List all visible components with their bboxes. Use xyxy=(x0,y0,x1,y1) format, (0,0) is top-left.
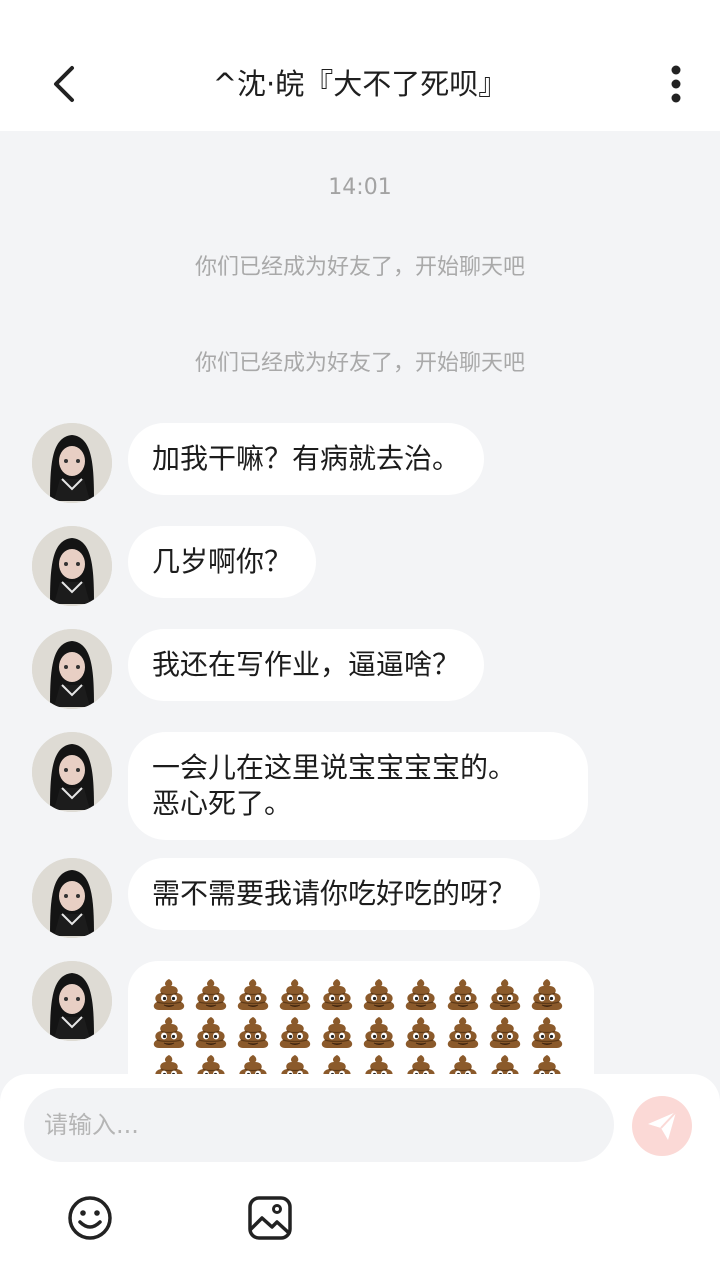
message-input[interactable] xyxy=(24,1088,614,1162)
emoji-grid xyxy=(148,975,574,1076)
avatar-girl-icon xyxy=(32,732,112,812)
avatar[interactable] xyxy=(32,629,112,709)
image-icon xyxy=(248,1196,292,1240)
pile-of-poo-icon xyxy=(274,975,316,1013)
message-bubble-emoji[interactable] xyxy=(128,961,594,1076)
pile-of-poo-icon xyxy=(400,975,442,1013)
avatar-girl-icon xyxy=(32,961,112,1041)
pile-of-poo-icon xyxy=(316,1051,358,1076)
pile-of-poo-icon xyxy=(232,1013,274,1051)
message-timestamp: 14:01 xyxy=(328,175,392,200)
pile-of-poo-icon xyxy=(400,1013,442,1051)
pile-of-poo-icon xyxy=(232,975,274,1013)
avatar-girl-icon xyxy=(32,423,112,503)
send-button[interactable] xyxy=(632,1096,692,1156)
pile-of-poo-icon xyxy=(148,975,190,1013)
pile-of-poo-icon xyxy=(442,975,484,1013)
avatar[interactable] xyxy=(32,961,112,1041)
message-bubble[interactable]: 我还在写作业，逼逼啥？ xyxy=(128,629,485,701)
pile-of-poo-icon xyxy=(442,1051,484,1076)
chat-screen: ^沈·皖『大不了死呗』 14:01 你们已经成为好友了，开始聊天吧 你们已经成为… xyxy=(0,0,720,1280)
pile-of-poo-icon xyxy=(274,1051,316,1076)
header-bar: ^沈·皖『大不了死呗』 xyxy=(0,0,720,131)
avatar[interactable] xyxy=(32,732,112,812)
emoji-button[interactable] xyxy=(66,1194,114,1242)
more-vertical-icon xyxy=(671,65,681,103)
message-bubble[interactable]: 需不需要我请你吃好吃的呀？ xyxy=(128,858,541,930)
pile-of-poo-icon xyxy=(316,1013,358,1051)
more-options-button[interactable] xyxy=(656,60,696,108)
pile-of-poo-icon xyxy=(526,975,568,1013)
system-message: 你们已经成为好友了，开始聊天吧 xyxy=(194,351,525,376)
avatar-girl-icon xyxy=(32,858,112,938)
avatar[interactable] xyxy=(32,423,112,503)
pile-of-poo-icon xyxy=(484,975,526,1013)
avatar-girl-icon xyxy=(32,526,112,606)
avatar-girl-icon xyxy=(32,629,112,709)
chevron-left-icon xyxy=(54,66,74,102)
chat-title: ^沈·皖『大不了死呗』 xyxy=(212,67,508,101)
pile-of-poo-icon xyxy=(232,1051,274,1076)
pile-of-poo-icon xyxy=(484,1013,526,1051)
message-bubble[interactable]: 加我干嘛？有病就去治。 xyxy=(128,423,485,495)
system-message: 你们已经成为好友了，开始聊天吧 xyxy=(194,255,525,280)
avatar[interactable] xyxy=(32,858,112,938)
message-line: 一会儿在这里说宝宝宝宝的。 xyxy=(152,751,517,784)
back-button[interactable] xyxy=(40,60,88,108)
pile-of-poo-icon xyxy=(400,1051,442,1076)
composer-bar xyxy=(0,1074,720,1280)
pile-of-poo-icon xyxy=(526,1051,568,1076)
pile-of-poo-icon xyxy=(190,1051,232,1076)
pile-of-poo-icon xyxy=(190,1013,232,1051)
pile-of-poo-icon xyxy=(526,1013,568,1051)
message-bubble[interactable]: 几岁啊你？ xyxy=(128,526,317,598)
pile-of-poo-icon xyxy=(148,1051,190,1076)
pile-of-poo-icon xyxy=(274,1013,316,1051)
message-bubble[interactable]: 一会儿在这里说宝宝宝宝的。 恶心死了。 xyxy=(128,732,588,840)
pile-of-poo-icon xyxy=(484,1051,526,1076)
message-list[interactable]: 14:01 你们已经成为好友了，开始聊天吧 你们已经成为好友了，开始聊天吧 加我… xyxy=(0,131,720,1076)
paper-plane-icon xyxy=(648,1111,677,1140)
pile-of-poo-icon xyxy=(190,975,232,1013)
pile-of-poo-icon xyxy=(358,1013,400,1051)
smiley-icon xyxy=(68,1196,112,1240)
pile-of-poo-icon xyxy=(358,975,400,1013)
pile-of-poo-icon xyxy=(148,1013,190,1051)
pile-of-poo-icon xyxy=(316,975,358,1013)
pile-of-poo-icon xyxy=(358,1051,400,1076)
message-line: 恶心死了。 xyxy=(152,787,293,820)
pile-of-poo-icon xyxy=(442,1013,484,1051)
avatar[interactable] xyxy=(32,526,112,606)
image-button[interactable] xyxy=(246,1194,294,1242)
